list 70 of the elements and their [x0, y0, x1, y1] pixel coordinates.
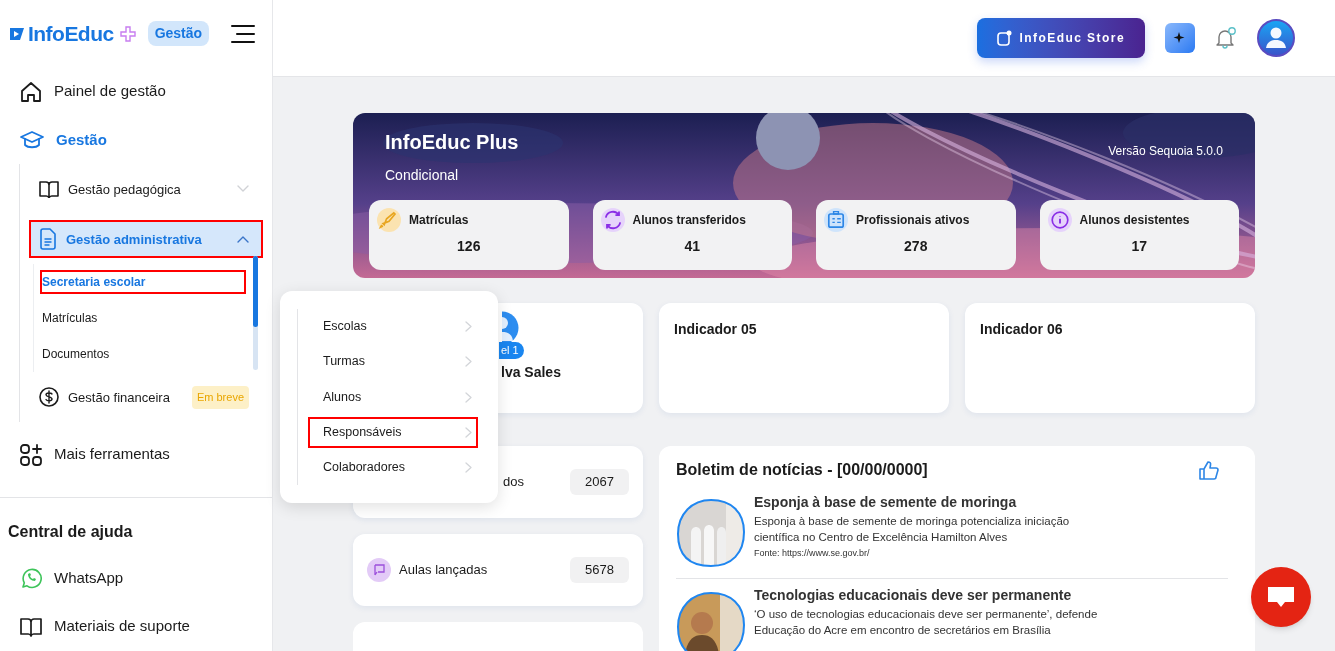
news-summary: Esponja à base de semente de moringa potencializa iniciação científica no Centro de Excelência Hamilton Alves [754, 514, 1071, 545]
banner-subtitle: Condicional [385, 166, 460, 185]
stat-label: Alunos desistentes [1079, 212, 1190, 229]
scrollbar[interactable] [253, 256, 258, 371]
news-headline: Esponja à base de semente de moringa [754, 494, 1018, 511]
flyout-item[interactable]: Colaboradores [306, 449, 480, 485]
news-headline: Tecnologias educacionais deve ser permanente [754, 587, 1073, 604]
news-source: Fonte: https://www.se.gov.br/ [754, 547, 871, 560]
flyout-item[interactable]: Escolas [306, 309, 480, 345]
chevron-right-icon [465, 426, 472, 438]
sidebar-item[interactable]: Painel de gestão [0, 67, 272, 116]
stat-label: Matrículas [409, 212, 469, 229]
book-icon [20, 616, 42, 637]
chevron-right-icon [465, 391, 472, 403]
whatsapp-icon [20, 567, 42, 590]
count-label: dos [502, 473, 525, 492]
count-value: 2067 [570, 469, 629, 495]
menu-icon[interactable] [230, 23, 256, 44]
user-avatar[interactable] [1257, 19, 1295, 57]
store-icon [996, 30, 1012, 46]
logo-badge: Gestão [147, 21, 210, 47]
banner-title: InfoEduc Plus [385, 130, 519, 155]
sidebar-item[interactable]: Mais ferramentas [0, 430, 272, 479]
submenu-item[interactable]: Gestão financeira Em breve [31, 380, 261, 415]
logo-icon [9, 25, 25, 42]
stat-label: Alunos transferidos [632, 212, 746, 229]
card-title: Indicador 06 [980, 320, 1064, 339]
store-button[interactable]: InfoEduc Store [976, 18, 1145, 58]
submenu-link[interactable]: Matrículas [34, 300, 252, 337]
chevron-right-icon [465, 356, 472, 368]
level-badge: el 1 [499, 342, 524, 359]
document-icon [39, 228, 57, 251]
flyout-item[interactable]: Turmas [306, 344, 480, 380]
stat-value: 17 [1130, 237, 1149, 256]
version-label: Versão Sequoia 5.0.0 [1108, 143, 1223, 160]
count-label: Aulas lançadas [399, 561, 489, 580]
dollar-icon [39, 387, 59, 408]
sparkle-button[interactable] [1165, 23, 1195, 53]
card-title: Indicador 05 [674, 320, 758, 339]
chevron-right-icon [465, 321, 472, 333]
sidebar-item[interactable]: Gestão [0, 115, 272, 165]
section-title: Central de ajuda [7, 521, 134, 542]
logo-text: InfoEduc [28, 20, 114, 47]
submenu-link[interactable]: Documentos [34, 336, 252, 373]
book-icon [39, 180, 59, 199]
news-title: Boletim de notícias - [00/00/0000] [676, 460, 928, 480]
help-link[interactable]: WhatsApp [0, 553, 272, 603]
stat-value: 41 [683, 237, 702, 256]
presentation-board-icon [367, 558, 391, 582]
submenu-item[interactable]: Gestão pedagógica [31, 172, 261, 207]
grid-plus-icon [20, 443, 42, 466]
chevron-down-icon [237, 185, 249, 194]
plus-logo-icon [119, 25, 136, 42]
submenu-item[interactable]: Gestão administrativa [31, 222, 261, 257]
news-summary: ‘O uso de tecnologias educacionais deve ser permanente’, defende Educação do Acre em encontro de secretários em Brasília [754, 607, 1099, 638]
submenu-link[interactable]: Secretaria escolar [34, 264, 252, 301]
thumbs-up-icon [1198, 460, 1220, 480]
flyout-item[interactable]: Alunos [306, 379, 480, 415]
stat-label: Profissionais ativos [856, 212, 970, 229]
stat-value: 126 [456, 237, 482, 256]
flyout-item[interactable]: Responsáveis [306, 414, 480, 450]
stat-value: 278 [903, 237, 929, 256]
count-value: 5678 [570, 557, 629, 583]
help-link[interactable]: Materiais de suporte [0, 602, 272, 651]
soon-badge: Em breve [191, 386, 249, 409]
chevron-up-icon [237, 235, 249, 244]
home-icon [20, 80, 42, 103]
chevron-right-icon [465, 461, 472, 473]
user-name: lva Sales [501, 363, 561, 382]
notification-bell-icon[interactable] [1215, 26, 1237, 50]
